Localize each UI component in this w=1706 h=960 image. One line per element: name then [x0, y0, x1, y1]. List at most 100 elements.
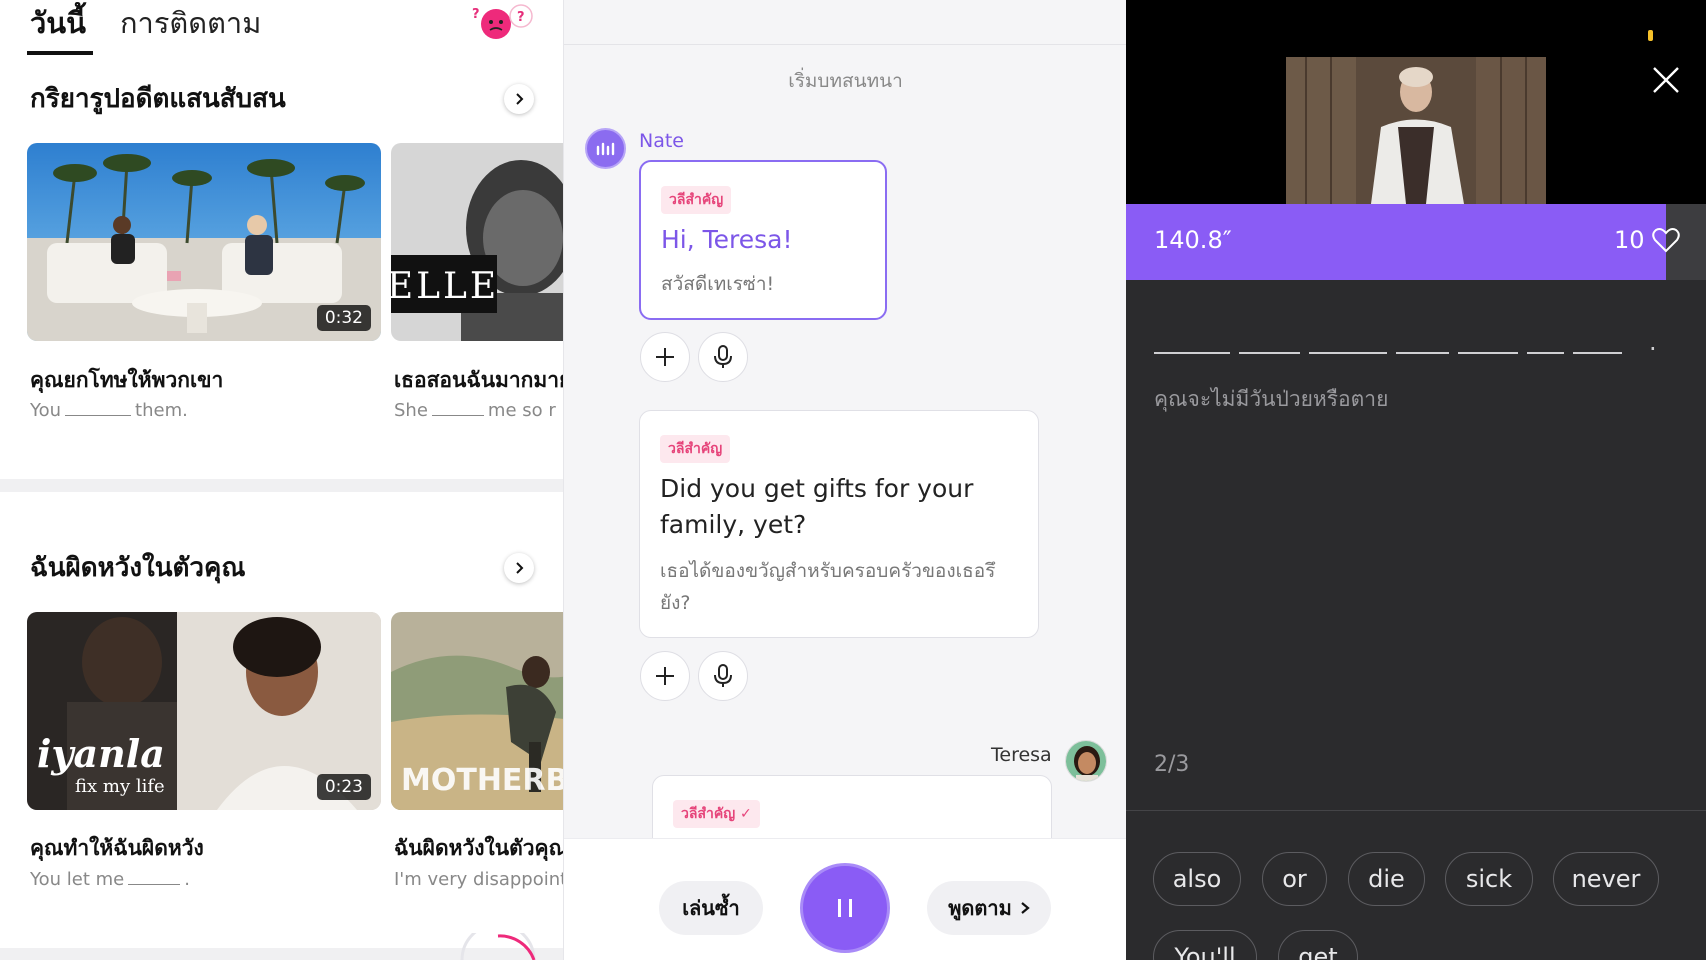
- key-phrase-tag: วลีสำคัญ: [660, 435, 731, 463]
- tab-today[interactable]: วันนี้: [30, 0, 86, 46]
- add-phrase-button[interactable]: [640, 332, 690, 382]
- card-sentence: You them.: [30, 400, 188, 421]
- chevron-right-icon: [1021, 902, 1030, 914]
- timer-bar: 140.8″ 10: [1126, 204, 1706, 280]
- message-text: Hi, Teresa!: [661, 225, 793, 254]
- speaker-avatar: [585, 128, 626, 169]
- message-text: family, yet?: [660, 510, 807, 539]
- pause-icon: [838, 899, 852, 917]
- video-area: [1126, 0, 1706, 204]
- word-bank-divider: [1126, 810, 1706, 811]
- record-button[interactable]: [698, 332, 748, 382]
- chevron-right-icon: [516, 562, 524, 574]
- video-card-thumbnail[interactable]: 0:32: [27, 143, 381, 341]
- video-frame: [1286, 57, 1546, 204]
- video-duration: 0:23: [316, 774, 371, 800]
- speaker-avatar: [1065, 740, 1107, 782]
- word-chip[interactable]: sick: [1445, 852, 1533, 906]
- sentence-end: them.: [135, 400, 188, 421]
- word-chip[interactable]: also: [1153, 852, 1241, 906]
- brand-logo-text: MOTHERB: [401, 763, 563, 798]
- person-avatar-icon: [1066, 741, 1106, 781]
- sentence-start: You let me: [30, 869, 125, 890]
- sentence-blank: [128, 884, 181, 885]
- record-button[interactable]: [698, 651, 748, 701]
- sentence-start: She: [394, 400, 428, 421]
- help-mascot-icon[interactable]: ? ?: [470, 2, 536, 42]
- key-phrase-label: วลีสำคัญ: [681, 806, 736, 822]
- key-phrase-tag: วลีสำคัญ ✓: [673, 800, 760, 828]
- section-title: ฉันผิดหวังในตัวคุณ: [30, 553, 246, 583]
- video-card-thumbnail[interactable]: ELLE: [391, 143, 563, 341]
- feed-panel: วันนี้ การติดตาม ? ? กริยารูปอดีตแสนสับส…: [0, 0, 563, 960]
- card-title: ฉันผิดหวังในตัวคุณ: [394, 836, 563, 860]
- brand-logo-text: iyanla: [37, 731, 165, 776]
- speak-along-label: พูดตาม: [948, 896, 1012, 920]
- card-sentence: I'm very disappoint: [394, 869, 563, 890]
- message-translation: ยัง?: [660, 592, 691, 614]
- answer-blank[interactable]: [1573, 352, 1622, 354]
- timer-value: 140.8″: [1154, 226, 1232, 254]
- brand-logo-text: ELLE: [391, 266, 499, 307]
- playback-controls: เล่นซ้ำ พูดตาม: [564, 838, 1126, 960]
- answer-blank[interactable]: [1239, 352, 1300, 354]
- answer-blank[interactable]: [1527, 352, 1564, 354]
- check-icon: ✓: [740, 806, 752, 822]
- message-text: Did you get gifts for your: [660, 474, 974, 503]
- card-title: คุณยกโทษให้พวกเขา: [30, 368, 224, 392]
- interview-thumbnail: ELLE: [391, 143, 563, 341]
- conversation-start-label: เริ่มบทสนทนา: [788, 70, 903, 92]
- section-more-button[interactable]: [504, 84, 534, 114]
- section-more-button[interactable]: [504, 553, 534, 583]
- quiz-panel: 140.8″ 10 . คุณจะไม่มีวันป่วยหรือตาย 2/3…: [1126, 0, 1706, 960]
- audio-wave-icon: [596, 142, 614, 155]
- card-title: เธอสอนฉันมากมาย: [394, 368, 563, 392]
- lives-count: 10: [1614, 226, 1645, 254]
- word-chip[interactable]: You'll: [1153, 930, 1257, 960]
- sentence-end: me so r: [487, 400, 556, 421]
- word-chip[interactable]: or: [1262, 852, 1327, 906]
- sentence-translation: คุณจะไม่มีวันป่วยหรือตาย: [1154, 387, 1389, 411]
- video-duration: 0:32: [316, 305, 371, 331]
- section-title: กริยารูปอดีตแสนสับสน: [30, 84, 286, 114]
- sentence-blank: [431, 415, 484, 416]
- video-card-thumbnail[interactable]: MOTHERB: [391, 612, 563, 810]
- pause-button[interactable]: [800, 863, 890, 953]
- video-player[interactable]: [1286, 57, 1546, 204]
- active-tab-indicator: [27, 51, 93, 55]
- replay-button[interactable]: เล่นซ้ำ: [659, 881, 763, 935]
- field-thumbnail: MOTHERB: [391, 612, 563, 810]
- answer-blank[interactable]: [1154, 352, 1230, 354]
- speak-along-button[interactable]: พูดตาม: [927, 881, 1051, 935]
- message-translation: เธอได้ของขวัญสำหรับครอบครัวของเธอรึ: [660, 560, 996, 582]
- answer-blank[interactable]: [1309, 352, 1387, 354]
- message-bubble[interactable]: วลีสำคัญ Did you get gifts for your fami…: [639, 410, 1039, 638]
- card-title: คุณทำให้ฉันผิดหวัง: [30, 836, 204, 860]
- tab-following[interactable]: การติดตาม: [120, 0, 261, 46]
- answer-blank[interactable]: [1458, 352, 1518, 354]
- microphone-icon: [714, 345, 732, 368]
- message-bubble[interactable]: วลีสำคัญ Hi, Teresa! สวัสดีเทเรซ่า!: [639, 160, 887, 320]
- card-sentence: She me so r: [394, 400, 556, 421]
- answer-blank[interactable]: [1396, 352, 1449, 354]
- word-chip[interactable]: die: [1348, 852, 1425, 906]
- sentence-end: .: [184, 869, 190, 890]
- sentence-start: You: [30, 400, 62, 421]
- conversation-panel: เริ่มบทสนทนา Nate วลีสำคัญ Hi, Teresa! ส…: [563, 0, 1126, 960]
- plus-icon: [656, 667, 674, 685]
- key-phrase-tag: วลีสำคัญ: [661, 186, 732, 214]
- add-phrase-button[interactable]: [640, 651, 690, 701]
- word-chip[interactable]: get: [1278, 930, 1358, 960]
- video-card-thumbnail[interactable]: iyanla fix my life 0:23: [27, 612, 381, 810]
- sentence-period: .: [1649, 328, 1657, 356]
- speaker-name: Nate: [639, 130, 684, 152]
- recording-indicator: [1648, 30, 1653, 41]
- heart-icon: [1652, 228, 1680, 253]
- word-chip[interactable]: never: [1553, 852, 1659, 906]
- brand-logo-subtext: fix my life: [75, 776, 165, 797]
- feed-tabs: วันนี้ การติดตาม ? ?: [0, 0, 563, 60]
- microphone-icon: [714, 664, 732, 687]
- question-progress: 2/3: [1154, 752, 1190, 777]
- sentence-blank: [65, 415, 132, 416]
- close-icon[interactable]: [1651, 65, 1681, 95]
